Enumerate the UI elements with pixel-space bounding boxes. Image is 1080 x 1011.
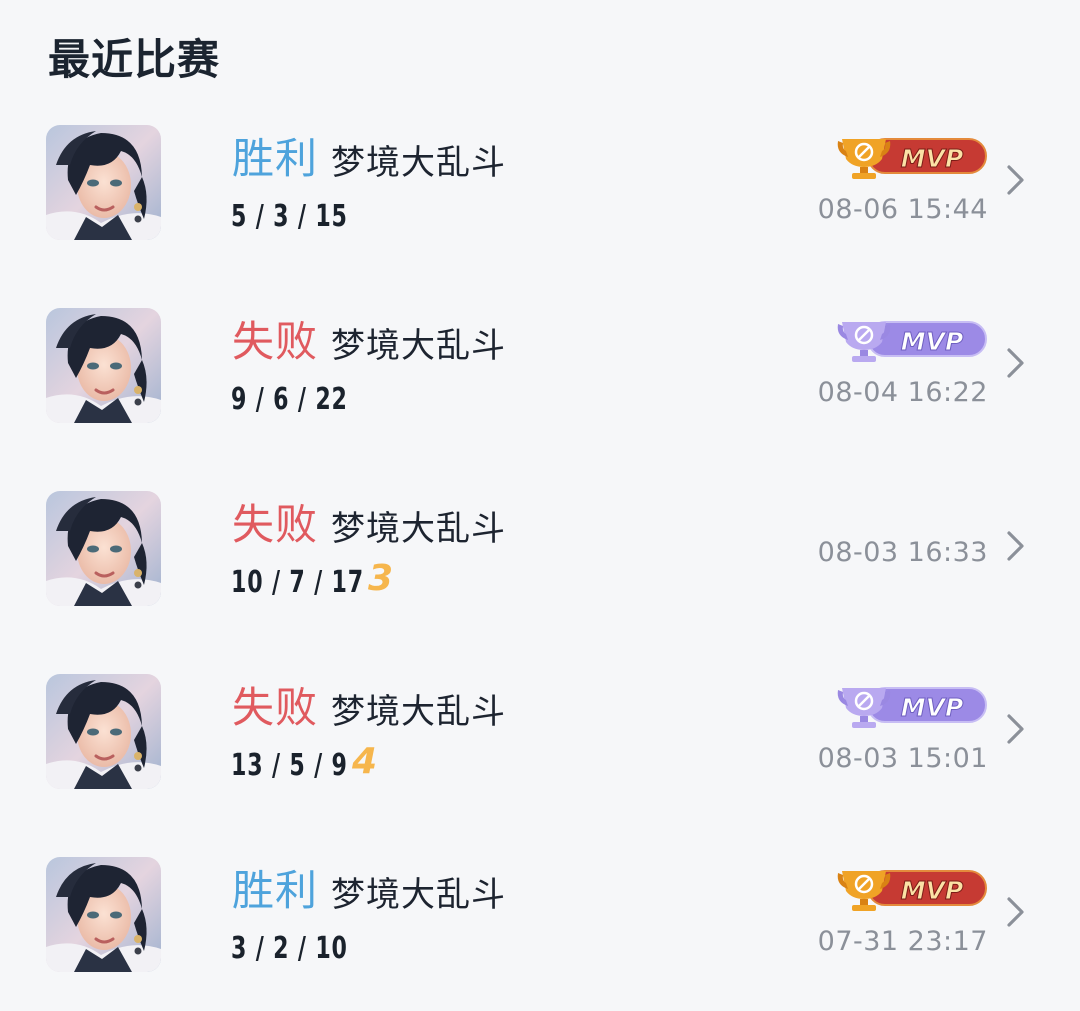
game-mode: 梦境大乱斗 (331, 326, 506, 366)
match-time: 08-04 16:22 (817, 377, 988, 408)
match-row[interactable]: 胜利 梦境大乱斗 3 / 2 / 10 MVP 07-31 23:17 (0, 857, 1080, 1007)
kda-score: 9 / 6 / 22 (231, 382, 348, 417)
hero-avatar-icon (46, 491, 161, 606)
match-time: 08-03 16:33 (817, 537, 988, 568)
mvp-badge-icon: MVP (836, 682, 988, 730)
chevron-right-icon[interactable] (1004, 163, 1028, 197)
kda-score: 10 / 7 / 17 (231, 565, 364, 600)
kda-score: 13 / 5 / 9 (231, 748, 348, 783)
match-result: 胜利 (232, 134, 319, 183)
match-row[interactable]: 失败 梦境大乱斗 9 / 6 / 22 MVP 08-04 16:22 (0, 308, 1080, 458)
chevron-right-icon[interactable] (1004, 712, 1028, 746)
hero-avatar-icon (46, 125, 161, 240)
streak-count: 4 (352, 741, 378, 782)
match-time: 08-06 15:44 (817, 194, 988, 225)
mvp-badge-icon: MVP (836, 133, 988, 181)
hero-avatar-icon (46, 308, 161, 423)
match-time: 08-03 15:01 (817, 743, 988, 774)
match-list: 胜利 梦境大乱斗 5 / 3 / 15 MVP 08-06 15:44 失败 梦… (0, 0, 1080, 1011)
svg-text:MVP: MVP (901, 693, 964, 722)
match-result: 失败 (232, 683, 319, 732)
svg-text:MVP: MVP (901, 144, 964, 173)
game-mode: 梦境大乱斗 (331, 509, 506, 549)
match-row[interactable]: 失败 梦境大乱斗 10 / 7 / 17 3 08-03 16:33 (0, 491, 1080, 641)
kda-score: 5 / 3 / 15 (231, 199, 348, 234)
chevron-right-icon[interactable] (1004, 895, 1028, 929)
hero-avatar-icon (46, 674, 161, 789)
chevron-right-icon[interactable] (1004, 346, 1028, 380)
game-mode: 梦境大乱斗 (331, 143, 506, 183)
mvp-badge-icon: MVP (836, 316, 988, 364)
svg-text:MVP: MVP (901, 876, 964, 905)
kda-score: 3 / 2 / 10 (231, 931, 348, 966)
hero-avatar-icon (46, 857, 161, 972)
svg-text:MVP: MVP (901, 327, 964, 356)
match-result: 失败 (232, 500, 319, 549)
match-row[interactable]: 失败 梦境大乱斗 13 / 5 / 94 MVP 08-03 15:01 (0, 674, 1080, 824)
match-time: 07-31 23:17 (817, 926, 988, 957)
chevron-right-icon[interactable] (1004, 529, 1028, 563)
match-result: 胜利 (232, 866, 319, 915)
game-mode: 梦境大乱斗 (331, 875, 506, 915)
streak-count: 3 (368, 558, 394, 599)
match-result: 失败 (232, 317, 319, 366)
match-row[interactable]: 胜利 梦境大乱斗 5 / 3 / 15 MVP 08-06 15:44 (0, 125, 1080, 275)
game-mode: 梦境大乱斗 (331, 692, 506, 732)
mvp-badge-icon: MVP (836, 865, 988, 913)
